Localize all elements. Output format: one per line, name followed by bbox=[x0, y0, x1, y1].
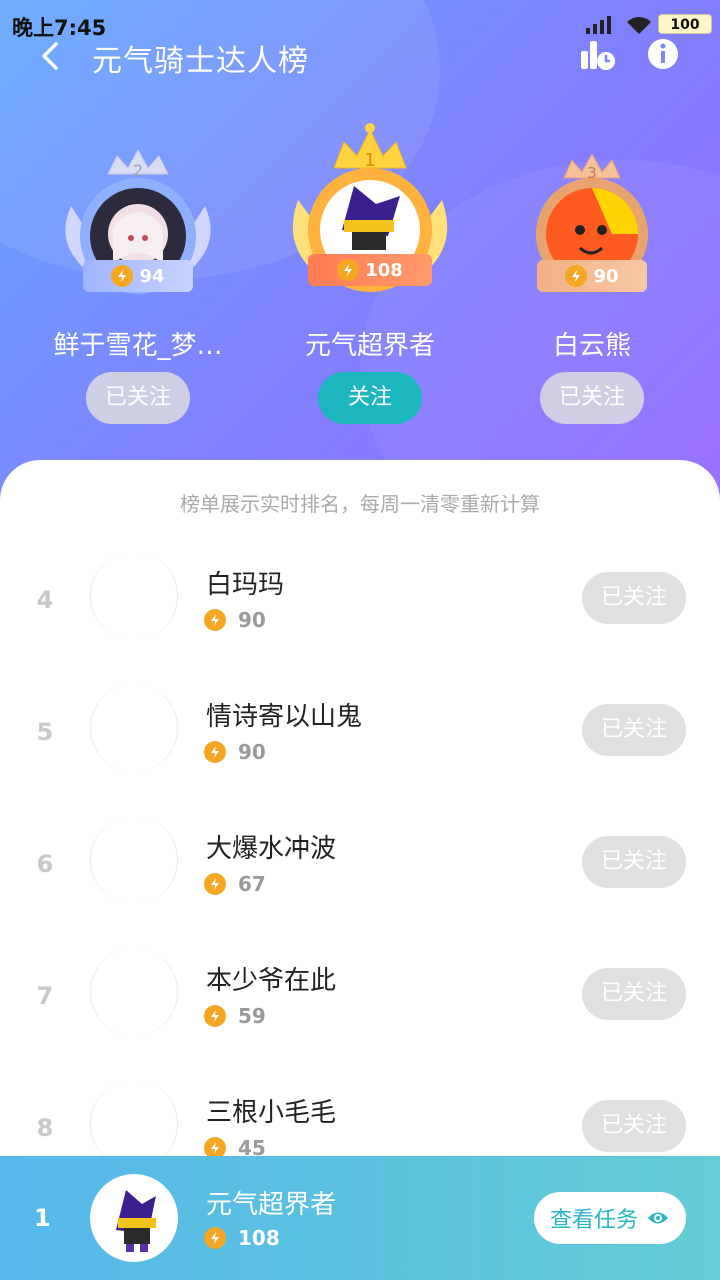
followed-button[interactable]: 已关注 bbox=[540, 372, 644, 424]
podium-name: 白云熊 bbox=[552, 331, 631, 361]
followed-button[interactable]: 已关注 bbox=[86, 372, 190, 424]
ranking-notice: 榜单展示实时排名，每周一清零重新计算 bbox=[180, 492, 540, 516]
user-name: 本少爷在此 bbox=[206, 966, 337, 996]
my-name: 元气超界者 bbox=[206, 1190, 337, 1220]
eye-icon bbox=[648, 1212, 668, 1224]
followed-button[interactable]: 已关注 bbox=[582, 836, 686, 888]
user-name: 大爆水冲波 bbox=[206, 834, 337, 864]
podium-second: 2 94 鲜于雪花_梦… 已关注 bbox=[18, 120, 258, 430]
my-rank-bar: 1 元气超界者 108 查看任务 bbox=[0, 1156, 720, 1280]
view-tasks-button[interactable]: 查看任务 bbox=[534, 1192, 686, 1244]
my-avatar bbox=[90, 1174, 178, 1262]
user-name: 白玛玛 bbox=[206, 570, 285, 600]
list-item[interactable]: 4 白玛玛 90 已关注 bbox=[0, 552, 720, 684]
bolt-icon bbox=[204, 1005, 226, 1027]
bolt-icon bbox=[204, 741, 226, 763]
list-item[interactable]: 5 情诗寄以山鬼 90 已关注 bbox=[0, 684, 720, 816]
user-name: 情诗寄以山鬼 bbox=[206, 702, 363, 732]
podium-name: 鲜于雪花_梦… bbox=[53, 331, 223, 361]
podium-score-value: 90 bbox=[593, 265, 619, 287]
gold-rank-number: 1 bbox=[364, 150, 375, 171]
user-name: 三根小毛毛 bbox=[206, 1098, 337, 1128]
followed-button[interactable]: 已关注 bbox=[582, 572, 686, 624]
podium-name: 元气超界者 bbox=[304, 331, 435, 361]
silver-rank-number: 2 bbox=[133, 161, 143, 180]
user-score-value: 59 bbox=[238, 1004, 266, 1028]
rank-number: 8 bbox=[36, 1114, 54, 1142]
podium-score: 90 bbox=[537, 260, 647, 292]
list-item[interactable]: 6 大爆水冲波 67 已关注 bbox=[0, 816, 720, 948]
user-score-value: 90 bbox=[238, 740, 266, 764]
follow-button[interactable]: 关注 bbox=[318, 372, 422, 424]
avatar bbox=[90, 684, 178, 772]
bolt-icon bbox=[565, 265, 588, 287]
podium-score-value: 94 bbox=[139, 265, 165, 287]
list-item[interactable]: 7 本少爷在此 59 已关注 bbox=[0, 948, 720, 1080]
podium-third: 3 90 白云熊 已关注 bbox=[472, 120, 712, 430]
followed-button[interactable]: 已关注 bbox=[582, 968, 686, 1020]
rank-number: 5 bbox=[36, 718, 54, 746]
user-score-value: 67 bbox=[238, 872, 266, 896]
avatar bbox=[90, 552, 178, 640]
my-score: 108 bbox=[204, 1226, 280, 1250]
page-title: 元气骑士达人榜 bbox=[92, 44, 309, 79]
bolt-icon bbox=[111, 265, 134, 287]
my-rank-number: 1 bbox=[34, 1204, 51, 1232]
podium-score: 94 bbox=[83, 260, 193, 292]
view-tasks-label: 查看任务 bbox=[549, 1208, 638, 1233]
user-score: 90 bbox=[204, 608, 266, 632]
back-arrow-icon[interactable] bbox=[32, 36, 72, 76]
knight-avatar-icon bbox=[116, 1190, 156, 1252]
chart-history-icon[interactable] bbox=[578, 37, 618, 73]
bolt-icon bbox=[204, 1227, 226, 1249]
user-score: 59 bbox=[204, 1004, 266, 1028]
user-score: 90 bbox=[204, 740, 266, 764]
rank-number: 6 bbox=[36, 850, 54, 878]
avatar bbox=[90, 816, 178, 904]
rank-number: 4 bbox=[36, 586, 54, 614]
followed-button[interactable]: 已关注 bbox=[582, 1100, 686, 1152]
bolt-icon bbox=[204, 609, 226, 631]
info-icon[interactable] bbox=[646, 37, 680, 71]
avatar bbox=[90, 1080, 178, 1168]
bolt-icon bbox=[204, 873, 226, 895]
podium-first: 1 108 元气超界者 关注 bbox=[250, 120, 490, 430]
user-score: 67 bbox=[204, 872, 266, 896]
bolt-icon bbox=[337, 259, 360, 281]
my-score-value: 108 bbox=[238, 1226, 280, 1250]
podium-score-value: 108 bbox=[365, 259, 403, 281]
top-nav: 元气骑士达人榜 bbox=[0, 30, 720, 80]
podium-score: 108 bbox=[308, 254, 432, 286]
user-score-value: 90 bbox=[238, 608, 266, 632]
followed-button[interactable]: 已关注 bbox=[582, 704, 686, 756]
rank-number: 7 bbox=[36, 982, 54, 1010]
avatar bbox=[90, 948, 178, 1036]
